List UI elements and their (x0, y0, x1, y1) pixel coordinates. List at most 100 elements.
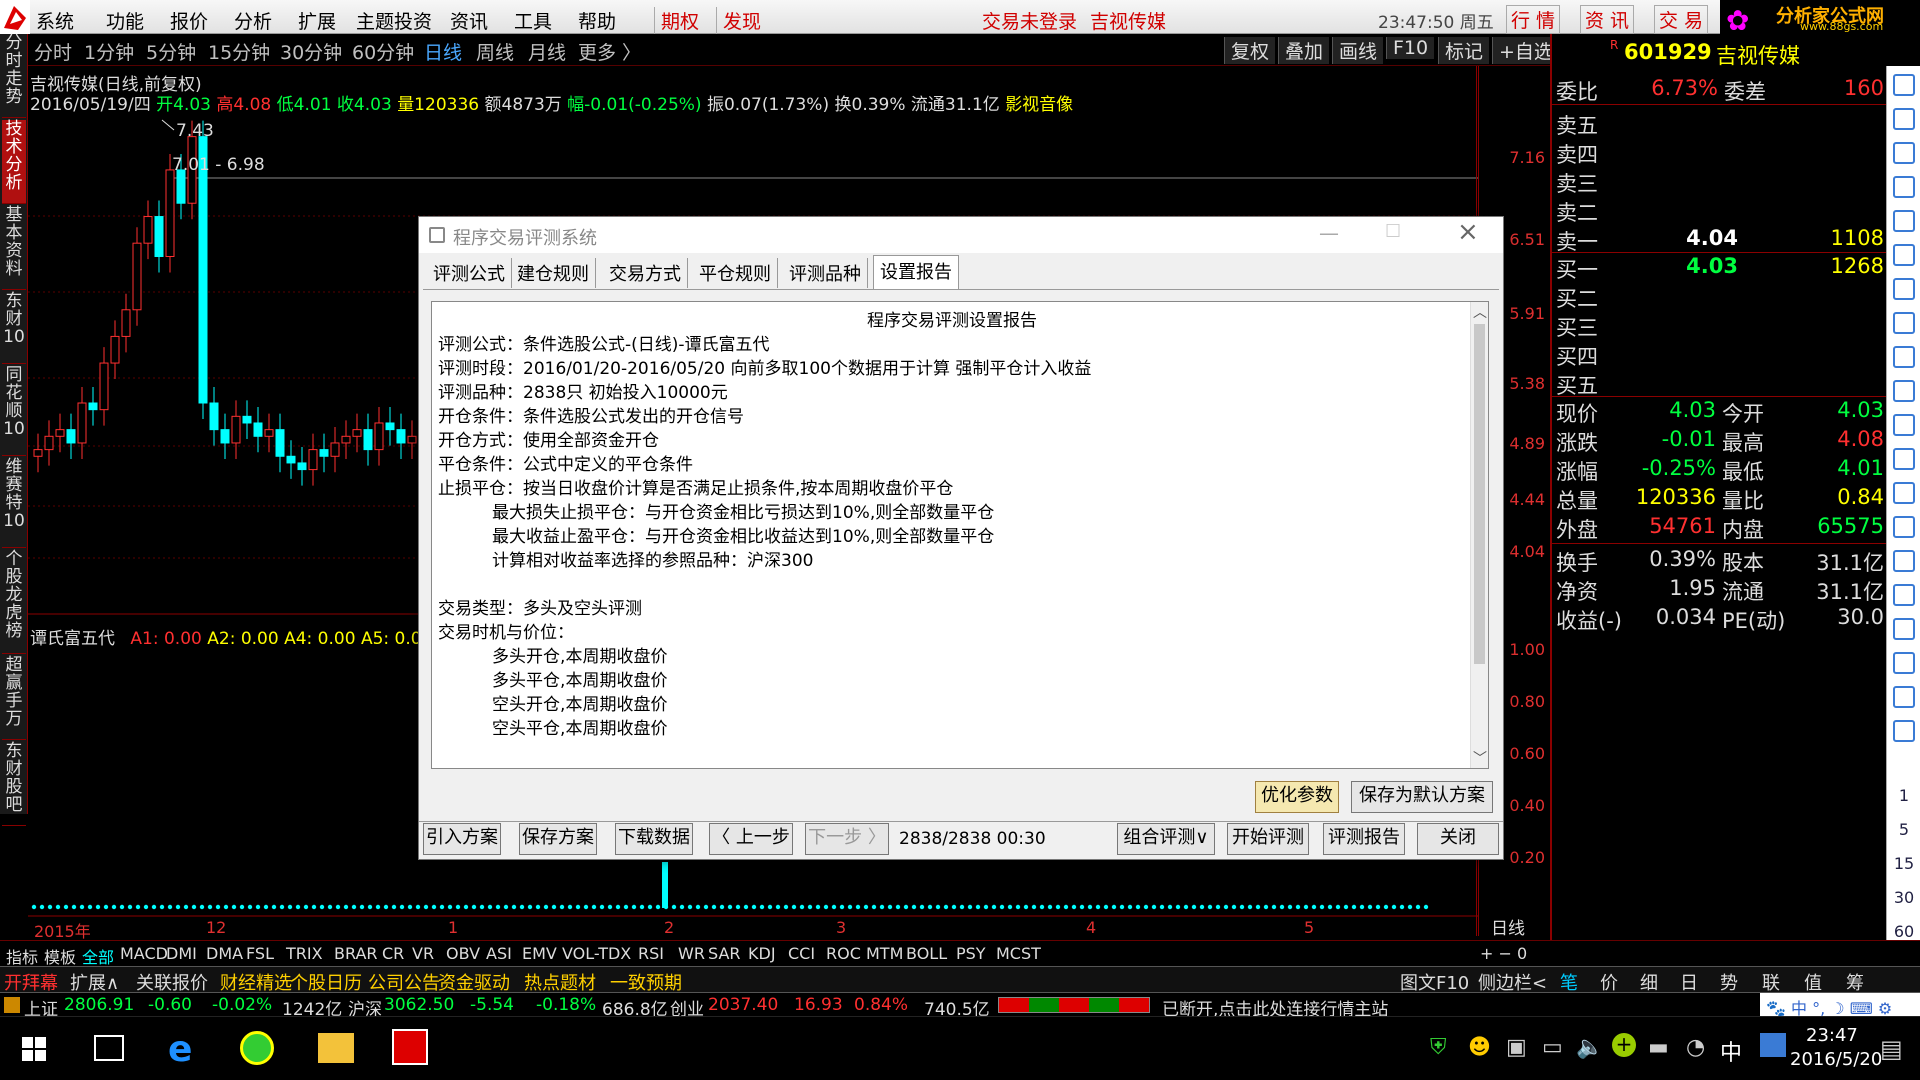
tf-intraday[interactable]: 分时 (34, 38, 72, 65)
trend-icon[interactable] (1893, 516, 1915, 538)
side-number[interactable]: 5 (1887, 820, 1920, 839)
volume-icon[interactable]: 🔈 (1576, 1035, 1603, 1060)
scroll-thumb[interactable] (1474, 324, 1485, 664)
left-tab-weisaite10[interactable]: 维赛特10 (2, 458, 26, 548)
ask-row[interactable]: 卖一 4.04 1108 (1552, 226, 1888, 255)
indicator-tab[interactable]: EMV (518, 944, 561, 963)
refresh-icon[interactable] (1893, 720, 1915, 742)
ask-row[interactable]: 卖四 (1552, 139, 1888, 168)
monitor-icon[interactable]: ▭ (1542, 1035, 1563, 1060)
indicator-tab[interactable]: 全部 (78, 944, 118, 968)
indicator-tab[interactable]: CR (378, 944, 408, 963)
menu-theme-invest[interactable]: 主题投资 (356, 7, 432, 34)
btn-overlay[interactable]: 叠加 (1278, 37, 1330, 64)
menu-system[interactable]: 系统 (36, 7, 74, 34)
trade-status[interactable]: 交易未登录 (982, 7, 1077, 34)
save-plan-button[interactable]: 保存方案 (519, 823, 597, 855)
left-tab-tonghuashun10[interactable]: 同花顺10 (2, 366, 26, 456)
dialog-titlebar[interactable]: 程序交易评测系统 — ☐ × (419, 217, 1503, 253)
menu-news[interactable]: 资讯 (450, 7, 488, 34)
btn-draw-line[interactable]: 画线 (1332, 37, 1384, 64)
indicator-tab[interactable]: SAR (704, 944, 745, 963)
left-tab-dongcai10[interactable]: 东财10 (2, 292, 26, 364)
f10-icon[interactable] (1893, 312, 1915, 334)
menu-quote[interactable]: 报价 (170, 7, 208, 34)
btn-mark[interactable]: 标记 (1438, 37, 1490, 64)
taskbar-time[interactable]: 23:47 (1806, 1025, 1858, 1046)
scroll-down-icon[interactable]: ﹀ (1473, 748, 1487, 768)
indicator-tab[interactable]: 指标 (2, 944, 42, 968)
left-tab-guba[interactable]: 东财股吧 (2, 742, 26, 826)
tab-open-rules[interactable]: 建仓规则 (511, 258, 596, 288)
side-number[interactable]: 1 (1887, 786, 1920, 805)
tab-info[interactable]: 资 讯 (1580, 5, 1635, 34)
bid-row[interactable]: 买三 (1552, 312, 1888, 341)
menu-tools[interactable]: 工具 (514, 7, 552, 34)
indicator-tab[interactable]: PSY (952, 944, 990, 963)
left-tab-chaoying[interactable]: 超赢手万 (2, 656, 26, 740)
indicator-tab[interactable]: MTM (862, 944, 907, 963)
left-tab-fundamental[interactable]: 基本资料 (2, 206, 26, 290)
ask-row[interactable]: 卖二 (1552, 197, 1888, 226)
report-scrollbar[interactable]: ︿ ﹀ (1470, 302, 1488, 768)
prev-step-button[interactable]: 〈 上一步 (709, 823, 793, 855)
circle-icon[interactable] (1893, 482, 1915, 504)
indicator-tab[interactable]: CCI (784, 944, 819, 963)
indicator-tab[interactable]: ASI (482, 944, 516, 963)
indicator-tab[interactable]: FSL (242, 944, 278, 963)
battery-icon[interactable]: ▬ (1648, 1035, 1669, 1060)
app-tray-icon[interactable]: ☻ (1468, 1035, 1491, 1060)
chart-line-icon[interactable] (1893, 210, 1915, 232)
tab-trade[interactable]: 交 易 (1654, 5, 1709, 34)
start-eval-button[interactable]: 开始评测 (1227, 823, 1309, 855)
tf-5min[interactable]: 5分钟 (146, 38, 196, 65)
ask-row[interactable]: 卖五 (1552, 110, 1888, 139)
candle-icon[interactable] (1893, 244, 1915, 266)
tab-report-settings[interactable]: 设置报告 (873, 255, 959, 289)
side-number[interactable]: 15 (1887, 854, 1920, 873)
left-tab-intraday[interactable]: 分时走势 (2, 34, 26, 118)
table-icon[interactable] (1893, 278, 1915, 300)
tab-trade-mode[interactable]: 交易方式 (603, 258, 688, 288)
left-tab-technical[interactable]: 技术分析 (2, 120, 26, 204)
side-number[interactable]: 30 (1887, 888, 1920, 907)
document-icon[interactable] (1893, 346, 1915, 368)
tf-30min[interactable]: 30分钟 (280, 38, 342, 65)
indicator-tab[interactable]: VOL-TDX (558, 944, 635, 963)
bid-row[interactable]: 买四 (1552, 341, 1888, 370)
display-icon[interactable]: ▣ (1506, 1035, 1527, 1060)
ime-icon[interactable] (1760, 1033, 1786, 1057)
bid-row[interactable]: 买二 (1552, 283, 1888, 312)
tab-formula[interactable]: 评测公式 (427, 258, 512, 288)
indicator-tab[interactable]: BRAR (330, 944, 382, 963)
side-number[interactable]: 60 (1887, 922, 1920, 941)
indicator-tab[interactable]: KDJ (744, 944, 780, 963)
tf-more[interactable]: 更多 〉 (578, 38, 641, 65)
combo-eval-button[interactable]: 组合评测∨ (1117, 823, 1215, 855)
optimize-params-button[interactable]: 优化参数 (1255, 781, 1339, 813)
indicator-tab[interactable]: ROC (822, 944, 865, 963)
windows-start-icon[interactable] (22, 1037, 46, 1061)
zoom-controls[interactable]: + − 0 (1476, 944, 1531, 963)
news-icon[interactable] (1893, 380, 1915, 402)
menu-help[interactable]: 帮助 (578, 7, 616, 34)
rsi-icon[interactable] (1893, 550, 1915, 572)
arrow-down-icon[interactable] (1893, 108, 1915, 130)
bid-row[interactable]: 买一 4.03 1268 (1552, 254, 1888, 283)
indicator-tab[interactable]: RSI (634, 944, 668, 963)
fx-icon[interactable] (1893, 448, 1915, 470)
left-tab-dragon-tiger[interactable]: 个股龙虎榜 (2, 550, 26, 654)
plus-icon[interactable]: + (1612, 1033, 1636, 1057)
ask-row[interactable]: 卖三 (1552, 168, 1888, 197)
taskbar-date[interactable]: 2016/5/20 (1790, 1049, 1882, 1070)
tf-daily[interactable]: 日线 (424, 38, 462, 65)
scroll-up-icon[interactable]: ︿ (1473, 302, 1487, 322)
maximize-icon[interactable]: ☐ (1385, 221, 1401, 242)
indicator-name[interactable]: 谭氏富五代 (30, 629, 115, 649)
minimize-icon[interactable]: — (1319, 221, 1339, 245)
menu-analysis[interactable]: 分析 (234, 7, 272, 34)
shield-icon[interactable]: ⛨ (1430, 1035, 1447, 1060)
wifi-icon[interactable]: ◔ (1686, 1035, 1705, 1060)
formula-icon[interactable] (1893, 414, 1915, 436)
save-default-button[interactable]: 保存为默认方案 (1351, 781, 1493, 813)
